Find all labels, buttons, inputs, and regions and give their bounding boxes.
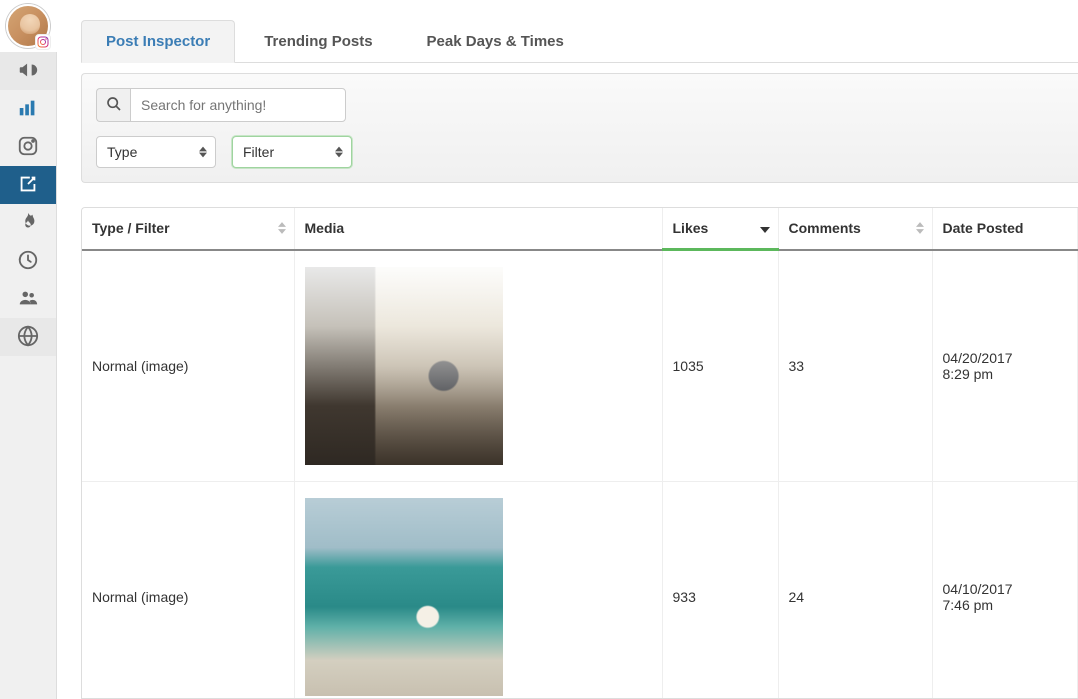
posts-table: Type / Filter Media Likes (82, 208, 1078, 699)
sort-desc-icon (760, 220, 770, 236)
cell-comments: 24 (778, 481, 932, 699)
cell-date: 04/10/2017 (943, 581, 1068, 597)
posts-table-wrap: Type / Filter Media Likes (81, 207, 1078, 699)
users-icon (17, 287, 39, 312)
cell-likes: 1035 (662, 250, 778, 482)
cell-date-posted: 04/20/2017 8:29 pm (932, 250, 1078, 482)
col-header-label: Likes (673, 220, 709, 236)
col-header-date-posted[interactable]: Date Posted (932, 208, 1078, 250)
history-icon (17, 249, 39, 274)
col-header-comments[interactable]: Comments (778, 208, 932, 250)
search-icon (106, 96, 122, 115)
col-header-label: Date Posted (943, 220, 1024, 236)
inspect-icon (17, 173, 39, 198)
avatar-area[interactable] (0, 0, 57, 52)
sidebar (0, 0, 57, 699)
cell-type-filter: Normal (image) (82, 481, 294, 699)
cell-likes: 933 (662, 481, 778, 699)
sort-updown-icon (916, 222, 924, 235)
nav-section-3 (0, 318, 56, 356)
cell-date-posted: 04/10/2017 7:46 pm (932, 481, 1078, 699)
nav-section-2 (0, 90, 56, 318)
tabs-bar: Post Inspector Trending Posts Peak Days … (81, 20, 1078, 63)
sidebar-item-users[interactable] (0, 280, 56, 318)
cell-time: 7:46 pm (943, 597, 1068, 613)
table-row: Normal (image) 933 24 04/10/2017 7:46 pm (82, 481, 1078, 699)
main-content: Post Inspector Trending Posts Peak Days … (57, 0, 1078, 699)
col-header-label: Media (305, 220, 345, 236)
filter-dropdown[interactable]: Filter (232, 136, 352, 168)
tab-post-inspector[interactable]: Post Inspector (81, 20, 235, 63)
dropdowns: Type Filter (96, 136, 1064, 168)
nav-section (0, 52, 56, 90)
sidebar-item-analytics[interactable] (0, 90, 56, 128)
flame-icon (17, 211, 39, 236)
type-dropdown-label: Type (107, 144, 137, 160)
bar-chart-icon (17, 97, 39, 122)
caret-updown-icon (335, 146, 343, 158)
caret-updown-icon (199, 146, 207, 158)
cell-date: 04/20/2017 (943, 350, 1068, 366)
col-header-type-filter[interactable]: Type / Filter (82, 208, 294, 250)
bullhorn-icon (17, 59, 39, 84)
media-thumbnail[interactable] (305, 498, 503, 696)
tab-peak-days-times[interactable]: Peak Days & Times (402, 20, 589, 62)
cell-media[interactable] (294, 250, 662, 482)
sidebar-item-inspect[interactable] (0, 166, 56, 204)
sidebar-item-announce[interactable] (0, 52, 56, 90)
table-row: Normal (image) 1035 33 04/20/2017 8:29 p… (82, 250, 1078, 482)
cell-comments: 33 (778, 250, 932, 482)
sidebar-item-trending[interactable] (0, 204, 56, 242)
sidebar-item-globe[interactable] (0, 318, 56, 356)
toolbar-panel: Type Filter (81, 73, 1078, 183)
cell-type-filter: Normal (image) (82, 250, 294, 482)
search-group (96, 88, 346, 122)
tab-trending-posts[interactable]: Trending Posts (239, 20, 397, 62)
cell-media[interactable] (294, 481, 662, 699)
filter-dropdown-label: Filter (243, 144, 274, 160)
col-header-label: Type / Filter (92, 220, 170, 236)
globe-icon (17, 325, 39, 350)
sort-updown-icon (278, 222, 286, 235)
media-thumbnail[interactable] (305, 267, 503, 465)
search-button[interactable] (96, 88, 130, 122)
cell-time: 8:29 pm (943, 366, 1068, 382)
col-header-media[interactable]: Media (294, 208, 662, 250)
col-header-likes[interactable]: Likes (662, 208, 778, 250)
sidebar-item-instagram[interactable] (0, 128, 56, 166)
instagram-outline-icon (17, 135, 39, 160)
col-header-label: Comments (789, 220, 861, 236)
sidebar-item-history[interactable] (0, 242, 56, 280)
type-dropdown[interactable]: Type (96, 136, 216, 168)
search-input[interactable] (130, 88, 346, 122)
instagram-badge-icon (35, 34, 51, 50)
